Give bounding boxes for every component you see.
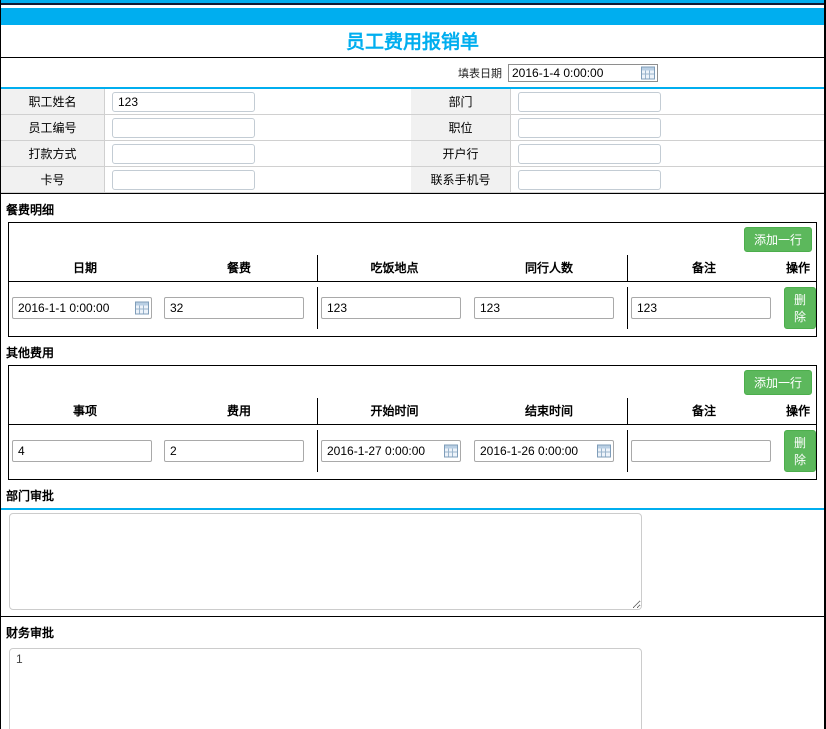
meal-companions-cell bbox=[471, 287, 628, 329]
meal-note-input[interactable] bbox=[631, 297, 771, 319]
calendar-icon[interactable] bbox=[444, 445, 458, 458]
add-row-button[interactable]: 添加一行 bbox=[744, 370, 812, 395]
top-banner bbox=[1, 8, 824, 25]
blue-divider bbox=[1, 508, 824, 510]
start-time-input[interactable] bbox=[321, 440, 461, 462]
dept-approval-title: 部门审批 bbox=[1, 480, 824, 508]
calendar-icon[interactable] bbox=[597, 445, 611, 458]
meal-date-cell bbox=[9, 287, 161, 329]
field-cell bbox=[105, 167, 411, 193]
page-title: 员工费用报销单 bbox=[346, 27, 479, 54]
column-header-meal-fee: 餐费 bbox=[161, 255, 318, 281]
field-cell bbox=[511, 141, 824, 167]
other-table-header: 事项 费用 开始时间 结束时间 备注 操作 bbox=[9, 398, 816, 425]
dept-approval-textarea[interactable] bbox=[9, 513, 642, 610]
meal-place-input[interactable] bbox=[321, 297, 461, 319]
meal-note-cell bbox=[628, 287, 780, 329]
department-input[interactable] bbox=[518, 92, 661, 112]
meal-place-cell bbox=[318, 287, 471, 329]
expense-form-page: 员工费用报销单 填表日期 职工姓名 部门 员工编号 职位 打款方式 开户行 卡号… bbox=[0, 0, 826, 729]
meal-table-row: 删除 bbox=[9, 282, 816, 336]
column-header-companions: 同行人数 bbox=[471, 255, 628, 281]
add-row-button[interactable]: 添加一行 bbox=[744, 227, 812, 252]
fill-date-input[interactable] bbox=[508, 64, 658, 82]
other-note-input[interactable] bbox=[631, 440, 771, 462]
meal-section-title: 餐费明细 bbox=[1, 194, 824, 222]
calendar-icon[interactable] bbox=[135, 302, 149, 315]
other-note-cell bbox=[628, 430, 780, 472]
meal-fee-input[interactable] bbox=[164, 297, 304, 319]
end-time-picker bbox=[474, 440, 614, 462]
other-item-cell bbox=[9, 430, 161, 472]
field-label-payment-method: 打款方式 bbox=[1, 141, 105, 167]
employee-name-input[interactable] bbox=[112, 92, 255, 112]
calendar-icon[interactable] bbox=[641, 66, 655, 79]
field-label-position: 职位 bbox=[411, 115, 511, 141]
other-start-cell bbox=[318, 430, 471, 472]
column-header-end-time: 结束时间 bbox=[471, 398, 628, 424]
finance-approval-title: 财务审批 bbox=[1, 617, 824, 645]
column-header-operation: 操作 bbox=[780, 398, 816, 424]
column-header-place: 吃饭地点 bbox=[318, 255, 471, 281]
payment-method-input[interactable] bbox=[112, 144, 255, 164]
field-label-bank: 开户行 bbox=[411, 141, 511, 167]
column-header-start-time: 开始时间 bbox=[318, 398, 471, 424]
other-table-row: 删除 bbox=[9, 425, 816, 479]
column-header-date: 日期 bbox=[9, 255, 161, 281]
meal-companions-input[interactable] bbox=[474, 297, 614, 319]
field-label-card-number: 卡号 bbox=[1, 167, 105, 193]
delete-row-button[interactable]: 删除 bbox=[784, 430, 816, 472]
field-label-department: 部门 bbox=[411, 89, 511, 115]
delete-row-button[interactable]: 删除 bbox=[784, 287, 816, 329]
meal-operation-cell: 删除 bbox=[780, 287, 816, 329]
meal-table-header: 日期 餐费 吃饭地点 同行人数 备注 操作 bbox=[9, 255, 816, 282]
start-time-picker bbox=[321, 440, 461, 462]
end-time-input[interactable] bbox=[474, 440, 614, 462]
bank-input[interactable] bbox=[518, 144, 661, 164]
field-label-employee-name: 职工姓名 bbox=[1, 89, 105, 115]
meal-date-input[interactable] bbox=[12, 297, 152, 319]
meal-fee-cell bbox=[161, 287, 318, 329]
fill-date-label: 填表日期 bbox=[458, 65, 502, 81]
card-number-input[interactable] bbox=[112, 170, 255, 190]
other-fee-cell bbox=[161, 430, 318, 472]
other-table: 添加一行 事项 费用 开始时间 结束时间 备注 操作 bbox=[8, 365, 817, 480]
field-label-phone: 联系手机号 bbox=[411, 167, 511, 193]
other-end-cell bbox=[471, 430, 628, 472]
column-header-fee: 费用 bbox=[161, 398, 318, 424]
title-row: 员工费用报销单 bbox=[1, 25, 824, 57]
field-cell bbox=[511, 115, 824, 141]
personal-info-grid: 职工姓名 部门 员工编号 职位 打款方式 开户行 卡号 联系手机号 bbox=[1, 89, 824, 193]
column-header-item: 事项 bbox=[9, 398, 161, 424]
column-header-note: 备注 bbox=[628, 398, 780, 424]
meal-table: 添加一行 日期 餐费 吃饭地点 同行人数 备注 操作 bbox=[8, 222, 817, 337]
fill-date-row: 填表日期 bbox=[1, 58, 824, 87]
field-cell bbox=[511, 89, 824, 115]
field-cell bbox=[105, 115, 411, 141]
other-operation-cell: 删除 bbox=[780, 430, 816, 472]
employee-id-input[interactable] bbox=[112, 118, 255, 138]
field-cell bbox=[105, 89, 411, 115]
meal-table-toolbar: 添加一行 bbox=[9, 223, 816, 255]
position-input[interactable] bbox=[518, 118, 661, 138]
meal-date-picker bbox=[12, 297, 152, 319]
column-header-operation: 操作 bbox=[780, 255, 816, 281]
other-table-toolbar: 添加一行 bbox=[9, 366, 816, 398]
other-section-title: 其他费用 bbox=[1, 337, 824, 365]
phone-input[interactable] bbox=[518, 170, 661, 190]
other-item-input[interactable] bbox=[12, 440, 152, 462]
field-cell bbox=[105, 141, 411, 167]
field-cell bbox=[511, 167, 824, 193]
fill-date-picker bbox=[508, 64, 658, 82]
finance-approval-textarea[interactable]: 1 bbox=[9, 648, 642, 729]
field-label-employee-id: 员工编号 bbox=[1, 115, 105, 141]
column-header-note: 备注 bbox=[628, 255, 780, 281]
other-fee-input[interactable] bbox=[164, 440, 304, 462]
